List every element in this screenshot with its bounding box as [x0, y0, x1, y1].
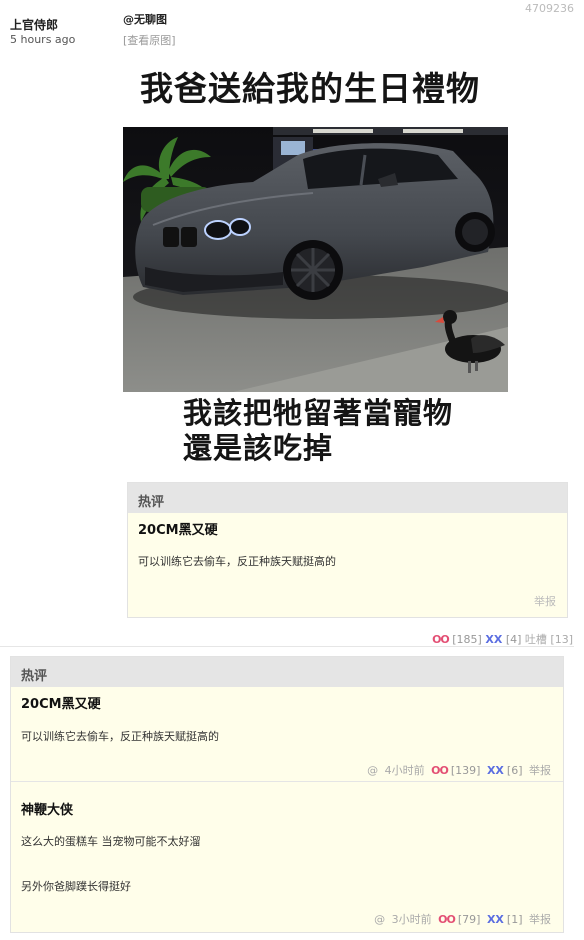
meme-caption-top: 我爸送給我的生日禮物 [140, 69, 480, 108]
xx-vote-button[interactable]: XX [487, 764, 504, 777]
xx-count: [1] [506, 913, 523, 926]
meme-caption-bottom: 我該把牠留著當寵物 還是該吃掉 [183, 396, 453, 466]
xx-vote-button[interactable]: XX [487, 913, 504, 926]
xx-count: [6] [506, 764, 523, 777]
oo-count: [185] [452, 633, 482, 646]
meme-caption-bottom-line1: 我該把牠留著當寵物 [183, 396, 454, 430]
xx-count: [4] [505, 633, 522, 646]
comment-meta: @ 4小时前 OO [139] XX [6] 举报 [364, 762, 551, 778]
car-duck-photo [123, 127, 508, 392]
comment-text: 另外你爸脚蹼长得挺好 [21, 880, 131, 893]
post-votes: OO [185] XX [4] 吐槽 [13] [432, 631, 573, 647]
post-author[interactable]: 上官侍郎 [10, 16, 58, 33]
comment-text: 这么大的蛋糕车 当宠物可能不太好溜 [21, 835, 201, 848]
list-item: 20CM黑又硬 可以训练它去偷车，反正种族天赋挺高的 @ 4小时前 OO [139… [11, 687, 563, 782]
reply-at-button[interactable]: @ [374, 913, 385, 926]
comment-meta: @ 3小时前 OO [79] XX [1] 举报 [371, 911, 551, 927]
comment-author[interactable]: 20CM黑又硬 [138, 519, 218, 538]
oo-vote-button[interactable]: OO [431, 764, 449, 777]
reply-at-button[interactable]: @ [367, 764, 378, 777]
hot-comments-section: 热评 20CM黑又硬 可以训练它去偷车，反正种族天赋挺高的 @ 4小时前 OO[… [10, 656, 564, 933]
xx-vote-button[interactable]: XX [485, 633, 502, 646]
report-link[interactable]: 举报 [529, 913, 551, 926]
divider [0, 646, 574, 647]
view-original-link[interactable]: [查看原图] [123, 32, 176, 48]
oo-count: [139] [450, 764, 481, 777]
oo-vote-button[interactable]: OO [432, 633, 450, 646]
hot-comment-preview: 热评 20CM黑又硬 可以训练它去偷车，反正种族天赋挺高的 举报 [127, 482, 568, 618]
comment-author[interactable]: 神鞭大侠 [21, 799, 73, 818]
hot-comments-heading: 热评 [11, 657, 563, 687]
comment-author[interactable]: 20CM黑又硬 [21, 693, 101, 712]
comment-time: 4小时前 [384, 764, 425, 777]
tucao-link[interactable]: 吐槽 [13] [525, 633, 573, 646]
list-item: 神鞭大侠 这么大的蛋糕车 当宠物可能不太好溜 另外你爸脚蹼长得挺好 @ 3小时前… [11, 783, 563, 933]
hot-comment-preview-heading: 热评 [128, 483, 567, 513]
comment-text: 可以训练它去偷车，反正种族天赋挺高的 [138, 555, 336, 568]
comment-time: 3小时前 [391, 913, 432, 926]
report-link[interactable]: 举报 [534, 593, 556, 609]
report-link[interactable]: 举报 [529, 764, 551, 777]
post-id: 4709236 [525, 2, 574, 15]
post-time: 5 hours ago [10, 33, 76, 46]
oo-count: [79] [457, 913, 481, 926]
meme-caption-bottom-line2: 還是該吃掉 [183, 431, 334, 465]
post-tag[interactable]: @无聊图 [123, 11, 167, 27]
comment-text: 可以训练它去偷车，反正种族天赋挺高的 [21, 730, 219, 743]
meme-photo[interactable] [123, 127, 508, 392]
oo-vote-button[interactable]: OO [438, 913, 456, 926]
